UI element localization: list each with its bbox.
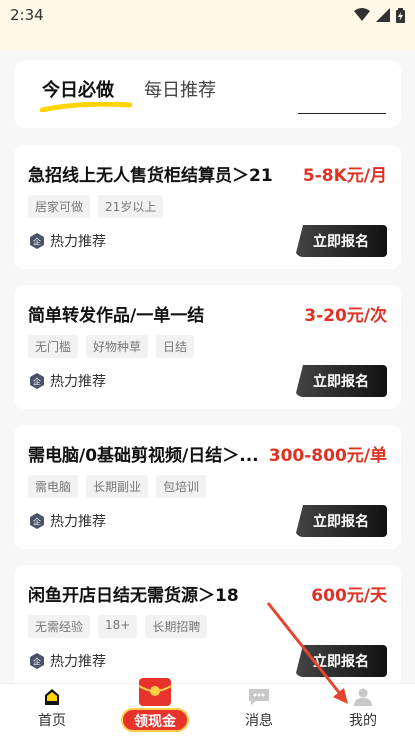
nav-home[interactable]: 首页 (22, 688, 82, 730)
job-title: 简单转发作品/一单一结 (28, 306, 205, 326)
wifi-icon (354, 8, 370, 21)
person-icon (354, 688, 372, 706)
job-pay: 300-800元/单 (268, 446, 387, 466)
hot-recommend: 企 热力推荐 (28, 371, 106, 391)
svg-text:企: 企 (33, 237, 41, 247)
svg-text:企: 企 (33, 517, 41, 527)
job-tag: 18+ (98, 615, 138, 638)
job-tag: 包培训 (156, 475, 207, 498)
header-background (0, 30, 415, 50)
svg-text:企: 企 (33, 657, 41, 667)
apply-button[interactable]: 立即报名 (295, 365, 387, 397)
job-title: 急招线上无人售货柜结算员＞21 (28, 166, 273, 186)
bottom-nav: 首页 消息 我的 (0, 683, 415, 738)
tab-daily-recommend[interactable]: 每日推荐 (144, 76, 216, 102)
job-card[interactable]: 需电脑/0基础剪视频/日结＞... 300-800元/单 需电脑 长期副业 包培… (14, 425, 401, 549)
svg-text:企: 企 (33, 377, 41, 387)
home-icon (45, 689, 59, 705)
nav-profile-label: 我的 (349, 713, 377, 729)
job-title: 需电脑/0基础剪视频/日结＞... (28, 446, 259, 466)
hot-recommend: 企 热力推荐 (28, 231, 106, 251)
job-tag: 无需经验 (28, 615, 91, 638)
job-card[interactable]: 闲鱼开店日结无需货源＞18 600元/天 无需经验 18+ 长期招聘 企 热力推… (14, 565, 401, 689)
job-pay: 3-20元/次 (304, 306, 387, 326)
job-pay: 600元/天 (311, 586, 387, 606)
job-tag: 需电脑 (28, 475, 79, 498)
job-card[interactable]: 简单转发作品/一单一结 3-20元/次 无门槛 好物种草 日结 企 热力推荐 立… (14, 285, 401, 409)
apply-button[interactable]: 立即报名 (295, 505, 387, 537)
job-tags: 需电脑 长期副业 包培训 (28, 475, 207, 498)
enterprise-shield-icon: 企 (30, 513, 44, 529)
nav-home-label: 首页 (38, 713, 66, 729)
hot-recommend-label: 热力推荐 (50, 234, 106, 250)
enterprise-shield-icon: 企 (30, 373, 44, 389)
status-time: 2:34 (10, 6, 44, 24)
hot-recommend-label: 热力推荐 (50, 654, 106, 670)
red-envelope-icon (138, 678, 172, 706)
hot-recommend: 企 热力推荐 (28, 511, 106, 531)
nav-messages-label: 消息 (245, 713, 273, 729)
nav-profile[interactable]: 我的 (333, 688, 393, 730)
status-icons (354, 7, 405, 23)
job-tag: 长期招聘 (145, 615, 208, 638)
battery-icon (396, 7, 405, 23)
enterprise-shield-icon: 企 (30, 653, 44, 669)
nav-messages[interactable]: 消息 (229, 688, 289, 730)
job-tag: 21岁以上 (98, 195, 164, 218)
tab-today-must-do[interactable]: 今日必做 (42, 76, 114, 102)
job-tag: 好物种草 (86, 335, 149, 358)
tab-divider-line (298, 113, 386, 114)
status-bar: 2:34 (0, 0, 415, 30)
job-tag: 日结 (156, 335, 195, 358)
job-pay: 5-8K元/月 (302, 166, 387, 186)
enterprise-shield-icon: 企 (30, 233, 44, 249)
hot-recommend-label: 热力推荐 (50, 514, 106, 530)
signal-icon (376, 8, 390, 22)
job-tags: 居家可做 21岁以上 (28, 195, 164, 218)
tab-active-underline (40, 102, 132, 112)
job-tags: 无需经验 18+ 长期招聘 (28, 615, 208, 638)
tab-bar: 今日必做 每日推荐 (14, 60, 401, 128)
job-tag: 无门槛 (28, 335, 79, 358)
message-icon (249, 689, 269, 705)
job-tags: 无门槛 好物种草 日结 (28, 335, 195, 358)
job-card[interactable]: 急招线上无人售货柜结算员＞21 5-8K元/月 居家可做 21岁以上 企 热力推… (14, 145, 401, 269)
job-tag: 居家可做 (28, 195, 91, 218)
job-tag: 长期副业 (86, 475, 149, 498)
apply-button[interactable]: 立即报名 (295, 225, 387, 257)
job-title: 闲鱼开店日结无需货源＞18 (28, 586, 239, 606)
cash-reward-label[interactable]: 领现金 (121, 708, 189, 732)
hot-recommend: 企 热力推荐 (28, 651, 106, 671)
apply-button[interactable]: 立即报名 (295, 645, 387, 677)
hot-recommend-label: 热力推荐 (50, 374, 106, 390)
